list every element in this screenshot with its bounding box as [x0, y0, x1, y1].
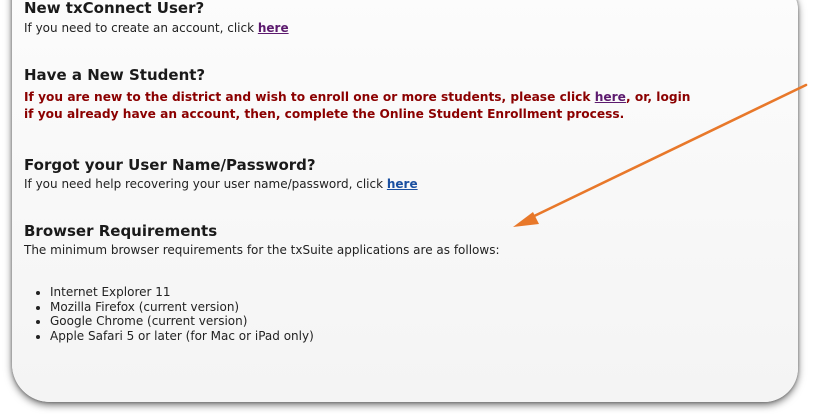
forgot-password-heading: Forgot your User Name/Password?	[24, 156, 316, 174]
new-student-heading: Have a New Student?	[24, 66, 206, 84]
enroll-student-link[interactable]: here	[595, 90, 626, 104]
recover-password-link[interactable]: here	[387, 177, 418, 191]
forgot-password-text: If you need help recovering your user na…	[24, 177, 418, 191]
list-item: Google Chrome (current version)	[50, 314, 314, 329]
browser-requirements-text: The minimum browser requirements for the…	[24, 243, 500, 257]
list-item: Apple Safari 5 or later (for Mac or iPad…	[50, 329, 314, 344]
new-student-text-line2: if you already have an account, then, co…	[24, 107, 625, 121]
browser-requirements-heading: Browser Requirements	[24, 222, 218, 240]
list-item: Mozilla Firefox (current version)	[50, 300, 314, 315]
new-student-text-line1: If you are new to the district and wish …	[24, 90, 691, 104]
browser-list: Internet Explorer 11 Mozilla Firefox (cu…	[24, 285, 314, 343]
new-user-text: If you need to create an account, click …	[24, 21, 289, 35]
create-account-link[interactable]: here	[258, 21, 289, 35]
list-item: Internet Explorer 11	[50, 285, 314, 300]
new-user-heading: New txConnect User?	[24, 0, 205, 17]
